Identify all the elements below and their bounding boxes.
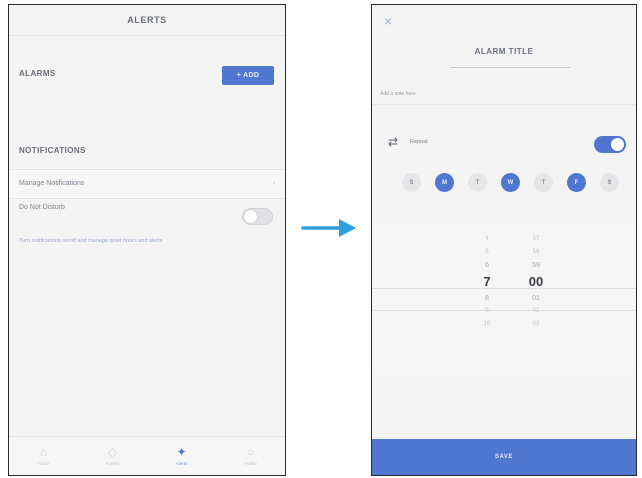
tab-home[interactable]: ⌂ Home	[9, 437, 78, 475]
tab-label: Alerts	[175, 461, 188, 466]
activity-icon: ◇	[107, 445, 118, 459]
hour-option[interactable]: 4	[467, 233, 507, 246]
minute-selected[interactable]: 00	[516, 272, 556, 292]
tab-profile[interactable]: ○ Profile	[216, 437, 285, 475]
day-friday[interactable]: F	[567, 173, 586, 192]
minute-option[interactable]: 59	[516, 259, 556, 272]
hour-option[interactable]: 10	[467, 318, 507, 331]
profile-icon: ○	[246, 445, 255, 459]
close-icon[interactable]: ×	[384, 14, 392, 28]
note-divider	[372, 104, 636, 105]
do-not-disturb-description: Turn notifications on/off and manage qui…	[19, 238, 163, 244]
notifications-section-label: NOTIFICATIONS	[19, 146, 86, 155]
alarm-edit-screen: × ALARM TITLE Add a note here ⇄ Repeat S…	[371, 4, 637, 476]
hour-option[interactable]: 8	[467, 292, 507, 305]
tab-label: Home	[37, 461, 50, 466]
save-button[interactable]: SAVE	[372, 439, 636, 475]
day-saturday[interactable]: S	[600, 173, 619, 192]
hour-option[interactable]: 9	[467, 305, 507, 318]
day-thursday[interactable]: T	[534, 173, 553, 192]
repeat-toggle[interactable]	[594, 136, 626, 153]
day-sunday[interactable]: S	[402, 173, 421, 192]
minute-option[interactable]: 57	[516, 233, 556, 246]
weekday-selector: S M T W T F S	[402, 173, 619, 192]
tab-label: Profile	[244, 461, 257, 466]
day-monday[interactable]: M	[435, 173, 454, 192]
minute-option[interactable]: 01	[516, 292, 556, 305]
title-underline	[450, 67, 570, 68]
header-divider	[9, 35, 285, 36]
alerts-screen: ALERTS ALARMS + ADD NOTIFICATIONS Manage…	[8, 4, 286, 476]
manage-notifications-label: Manage Notifications	[19, 180, 85, 187]
day-tuesday[interactable]: T	[468, 173, 487, 192]
minute-option[interactable]: 03	[516, 318, 556, 331]
chevron-right-icon: ›	[272, 178, 275, 187]
alarms-section-label: ALARMS	[19, 69, 56, 78]
page-title: ALERTS	[127, 15, 167, 25]
hour-option[interactable]: 5	[467, 246, 507, 259]
tab-alerts[interactable]: ✦ Alerts	[147, 437, 216, 475]
toggle-knob	[611, 138, 624, 151]
repeat-label: Repeat	[410, 139, 428, 145]
note-field[interactable]: Add a note here	[380, 91, 416, 97]
manage-notifications-row[interactable]: Manage Notifications ›	[9, 169, 285, 199]
arrow-right-icon	[301, 219, 356, 237]
tab-activity[interactable]: ◇ Activity	[78, 437, 147, 475]
hour-wheel[interactable]: 4 5 6 7 8 9 10	[467, 233, 507, 331]
minute-wheel[interactable]: 57 58 59 00 01 02 03	[516, 233, 556, 331]
do-not-disturb-label: Do Not Disturb	[19, 204, 65, 211]
alarm-title[interactable]: ALARM TITLE	[372, 47, 636, 56]
hour-option[interactable]: 6	[467, 259, 507, 272]
alerts-icon: ✦	[176, 445, 187, 459]
toggle-knob	[244, 210, 257, 223]
day-wednesday[interactable]: W	[501, 173, 520, 192]
do-not-disturb-toggle[interactable]	[242, 208, 273, 225]
tab-bar: ⌂ Home ◇ Activity ✦ Alerts ○ Profile	[9, 436, 285, 475]
add-alarm-button[interactable]: + ADD	[222, 66, 274, 85]
hour-selected[interactable]: 7	[467, 272, 507, 292]
tab-label: Activity	[105, 461, 120, 466]
repeat-icon: ⇄	[388, 135, 399, 149]
home-icon: ⌂	[39, 445, 48, 459]
minute-option[interactable]: 02	[516, 305, 556, 318]
minute-option[interactable]: 58	[516, 246, 556, 259]
